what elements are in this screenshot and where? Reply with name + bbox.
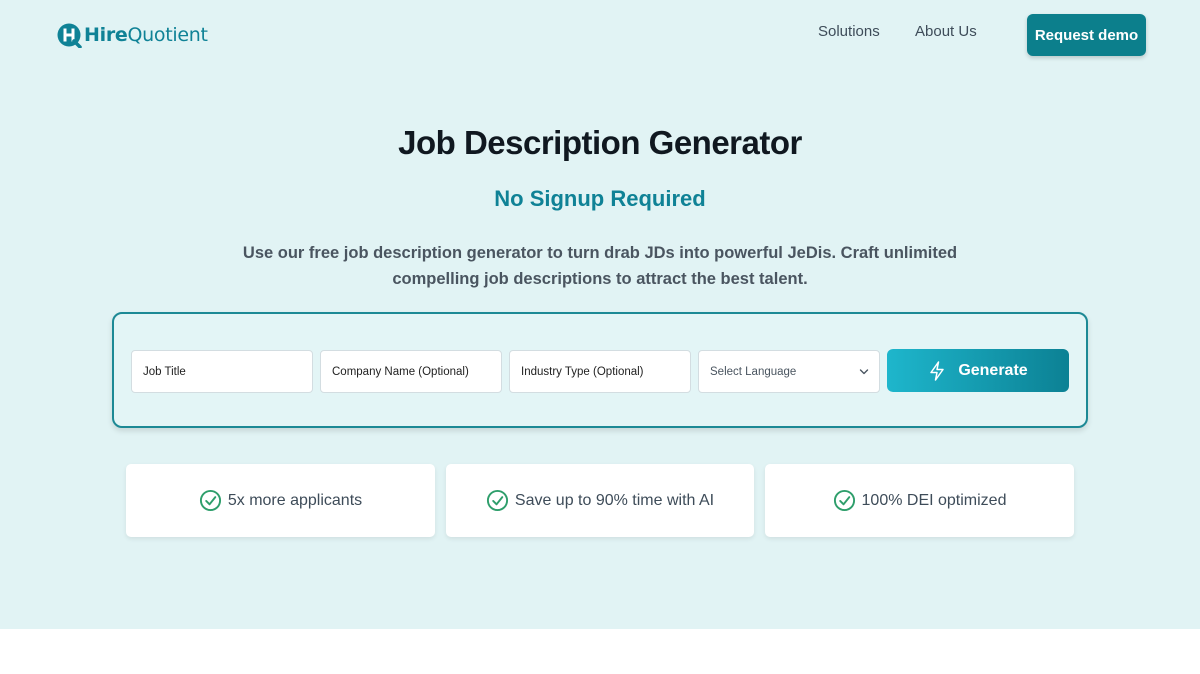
check-circle-icon xyxy=(833,489,855,512)
feature-card: 5x more applicants xyxy=(126,464,435,537)
language-select-value: Select Language xyxy=(710,365,797,378)
feature-label: 5x more applicants xyxy=(227,491,363,509)
check-circle-icon xyxy=(199,489,221,512)
nav-about-us[interactable]: About Us xyxy=(915,23,977,40)
check-circle-icon xyxy=(486,489,508,512)
feature-label: 100% DEI optimized xyxy=(861,491,1007,509)
chevron-down-icon xyxy=(859,369,869,375)
industry-type-placeholder: Industry Type (Optional) xyxy=(521,365,644,378)
generator-form: Job Title Company Name (Optional) Indust… xyxy=(112,312,1088,428)
feature-label: Save up to 90% time with AI xyxy=(514,491,715,509)
page-description: Use our free job description generator t… xyxy=(242,244,958,288)
nav-solutions[interactable]: Solutions xyxy=(818,23,880,40)
page-title: Job Description Generator xyxy=(398,124,802,161)
company-name-input[interactable]: Company Name (Optional) xyxy=(320,350,502,393)
lightning-bolt-icon xyxy=(930,360,945,381)
generate-button-label: Generate xyxy=(958,361,1028,379)
logo-text: HireQuotient xyxy=(84,24,208,46)
content-below-fold xyxy=(0,629,1200,674)
job-title-input[interactable]: Job Title xyxy=(131,350,313,393)
logo-text-hire: Hire xyxy=(84,24,128,46)
language-select[interactable]: Select Language xyxy=(698,350,880,393)
generate-button[interactable]: Generate xyxy=(887,349,1069,392)
company-name-placeholder: Company Name (Optional) xyxy=(332,365,469,378)
logo[interactable]: HireQuotient xyxy=(56,21,208,49)
industry-type-input[interactable]: Industry Type (Optional) xyxy=(509,350,691,393)
feature-card: Save up to 90% time with AI xyxy=(446,464,754,537)
job-title-placeholder: Job Title xyxy=(143,365,186,378)
hirequotient-logo-icon xyxy=(57,23,82,48)
logo-text-quotient: Quotient xyxy=(127,24,208,46)
page-subtitle: No Signup Required xyxy=(494,186,706,211)
feature-card: 100% DEI optimized xyxy=(765,464,1074,537)
request-demo-button[interactable]: Request demo xyxy=(1027,14,1146,56)
